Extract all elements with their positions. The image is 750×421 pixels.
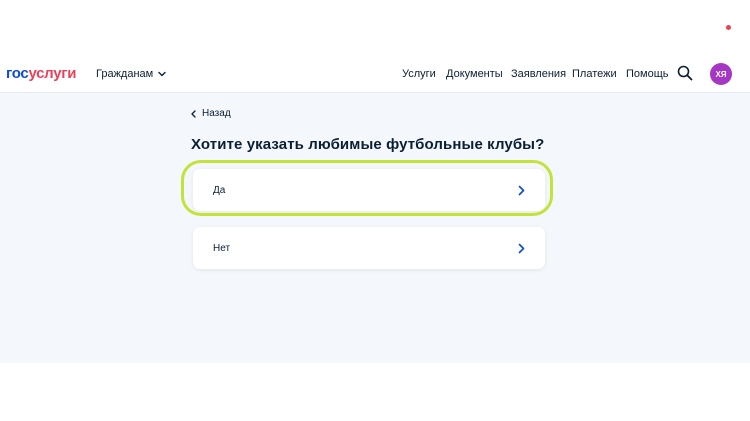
bottom-blank-area [0, 363, 750, 421]
back-link[interactable]: Назад [191, 108, 231, 119]
notification-dot [725, 24, 732, 31]
option-no-label: Нет [213, 242, 231, 254]
nav-help[interactable]: Помощь [626, 68, 669, 80]
page-title: Хотите указать любимые футбольные клубы? [191, 136, 545, 153]
top-blank-area [0, 0, 750, 55]
option-no[interactable]: Нет [193, 227, 545, 269]
chevron-down-icon [158, 71, 166, 77]
user-avatar[interactable]: ХЯ [710, 63, 732, 85]
chevron-right-icon [518, 243, 525, 253]
nav-applications[interactable]: Заявления [511, 68, 566, 80]
highlight-outline [181, 160, 553, 216]
citizens-label: Гражданам [96, 68, 154, 80]
nav-services[interactable]: Услуги [402, 68, 436, 80]
logo-part-uslugi: услуги [28, 65, 77, 82]
logo-part-gos: гос [6, 65, 29, 82]
nav-documents[interactable]: Документы [446, 68, 503, 80]
search-button[interactable] [676, 64, 694, 82]
back-label: Назад [202, 108, 231, 119]
site-header: госуслуги Гражданам Услуги Документы Зая… [0, 55, 750, 93]
chevron-left-icon [191, 109, 196, 118]
nav-payments[interactable]: Платежи [572, 68, 617, 80]
citizens-dropdown[interactable]: Гражданам [96, 68, 166, 80]
gosuslugi-logo[interactable]: госуслуги [6, 65, 76, 82]
search-icon [677, 65, 693, 81]
